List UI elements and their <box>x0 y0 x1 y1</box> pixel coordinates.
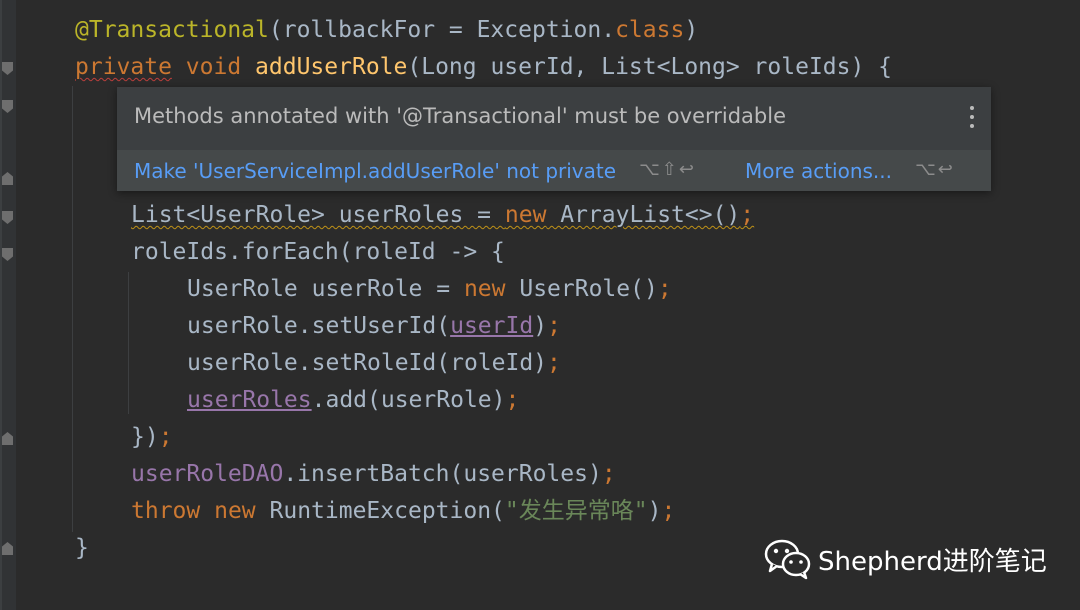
code-line[interactable]: @Transactional(rollbackFor = Exception.c… <box>75 12 698 49</box>
watermark: Shepherd进阶笔记 <box>764 538 1047 580</box>
code-line[interactable]: List<UserRole> userRoles = new ArrayList… <box>131 197 754 234</box>
code-token: ArrayList<>() <box>546 202 741 228</box>
code-token: new <box>504 202 547 228</box>
code-token: } <box>75 535 89 561</box>
more-actions-shortcut: ⌥↩ <box>915 159 955 180</box>
fold-icon[interactable] <box>2 62 13 75</box>
code-line[interactable]: private void addUserRole(Long userId, Li… <box>75 49 892 86</box>
code-token: roleIds.forEach(roleId -> { <box>131 239 505 265</box>
primary-action-shortcut: ⌥⇧↩ <box>639 159 696 180</box>
code-token: List<UserRole> userRoles = <box>131 202 505 228</box>
more-options-icon[interactable] <box>969 106 975 128</box>
code-token: ; <box>547 350 561 376</box>
code-token: new <box>214 498 256 524</box>
code-token: .insertBatch(userRoles) <box>283 461 602 487</box>
code-token: userRoles <box>187 387 312 413</box>
code-token: ; <box>661 498 676 524</box>
code-token: ) <box>684 17 699 43</box>
code-token: (rollbackFor = Exception. <box>268 17 616 43</box>
editor-gutter <box>0 0 16 610</box>
code-token: userId <box>450 313 534 339</box>
code-token: void <box>185 54 242 80</box>
inspection-popup: Methods annotated with '@Transactional' … <box>117 87 991 191</box>
fold-icon[interactable] <box>2 100 13 113</box>
code-line[interactable]: } <box>75 530 89 567</box>
code-token: ; <box>505 387 520 413</box>
make-not-private-action[interactable]: Make 'UserServiceImpl.addUserRole' not p… <box>134 159 616 183</box>
code-line[interactable]: UserRole userRole = new UserRole(); <box>187 271 672 308</box>
indent-guide <box>128 272 129 414</box>
code-token: class <box>615 17 685 43</box>
indent-guide <box>72 86 73 532</box>
code-line[interactable]: userRoles.add(userRole); <box>187 382 519 419</box>
code-token: addUserRole <box>255 54 408 80</box>
wechat-icon <box>764 539 811 580</box>
code-token: }) <box>131 424 159 450</box>
code-line[interactable]: userRoleDAO.insertBatch(userRoles); <box>131 456 616 493</box>
code-token: @Transactional <box>75 17 269 43</box>
inspection-message: Methods annotated with '@Transactional' … <box>134 104 787 128</box>
code-line[interactable]: }); <box>131 419 173 456</box>
code-token: UserRole() <box>505 276 658 302</box>
code-token: ; <box>547 313 561 339</box>
fold-end-icon[interactable] <box>2 542 13 555</box>
code-token: userRole.setUserId( <box>187 313 451 339</box>
code-token: throw <box>131 498 201 524</box>
code-token: ; <box>601 461 616 487</box>
code-token: ) <box>647 498 662 524</box>
code-line[interactable]: userRole.setUserId(userId); <box>187 308 561 345</box>
code-token: UserRole userRole = <box>187 276 464 302</box>
watermark-text: Shepherd进阶笔记 <box>818 546 1047 577</box>
code-line[interactable]: throw new RuntimeException("发生异常咯"); <box>131 493 675 530</box>
more-actions-link[interactable]: More actions... <box>745 159 892 183</box>
fold-icon[interactable] <box>2 248 13 261</box>
fold-icon[interactable] <box>2 211 13 224</box>
code-token: .add(userRole) <box>311 387 506 413</box>
code-token: ; <box>158 424 173 450</box>
fold-end-icon[interactable] <box>2 432 13 445</box>
fold-end-icon[interactable] <box>2 172 13 185</box>
code-line[interactable]: userRole.setRoleId(roleId); <box>187 345 561 382</box>
code-token: userRole.setRoleId(roleId) <box>187 350 548 376</box>
popup-actions-bar: Make 'UserServiceImpl.addUserRole' not p… <box>117 150 991 191</box>
code-token: "发生异常咯" <box>504 498 648 524</box>
code-token: private <box>75 54 172 80</box>
code-token: new <box>463 276 506 302</box>
code-token: ; <box>657 276 672 302</box>
code-token: userRoleDAO <box>131 461 284 487</box>
code-token: ; <box>740 202 755 228</box>
code-line[interactable]: roleIds.forEach(roleId -> { <box>131 234 505 271</box>
code-token: (Long userId, List<Long> roleIds) { <box>407 54 893 80</box>
code-token: RuntimeException( <box>255 498 505 524</box>
gutter-strip <box>0 0 2 610</box>
code-token: ) <box>533 313 548 339</box>
